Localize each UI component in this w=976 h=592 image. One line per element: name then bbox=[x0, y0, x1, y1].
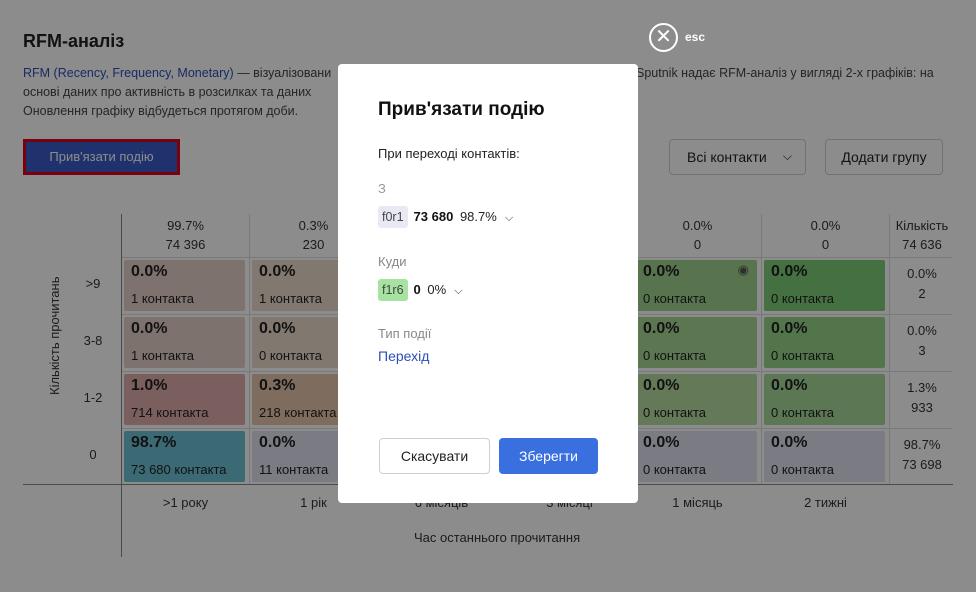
to-segment-select[interactable]: f1r6 0 0% ⌵ bbox=[378, 279, 463, 301]
to-label: Куди bbox=[378, 254, 407, 269]
esc-hint: esc bbox=[685, 30, 706, 44]
from-segment-count: 73 680 bbox=[413, 209, 454, 224]
close-icon[interactable]: ✕ bbox=[649, 23, 678, 52]
to-segment-count: 0 bbox=[413, 282, 421, 297]
from-segment-select[interactable]: f0r1 73 680 98.7% ⌵ bbox=[378, 206, 513, 228]
from-label: З bbox=[378, 181, 386, 196]
modal-subtitle: При переході контактів: bbox=[378, 146, 520, 161]
modal-title: Прив'язати подію bbox=[378, 99, 545, 120]
to-segment-pct: 0% bbox=[427, 282, 447, 297]
event-type-label: Тип події bbox=[378, 326, 432, 341]
event-type-value[interactable]: Перехід bbox=[378, 348, 429, 364]
bind-event-modal: Прив'язати подію При переході контактів:… bbox=[338, 64, 638, 503]
from-segment-tag: f0r1 bbox=[378, 206, 408, 228]
cancel-button[interactable]: Скасувати bbox=[379, 438, 490, 474]
save-button[interactable]: Зберегти bbox=[499, 438, 598, 474]
chevron-down-icon[interactable]: ⌵ bbox=[505, 212, 513, 224]
from-segment-pct: 98.7% bbox=[459, 209, 497, 224]
chevron-down-icon[interactable]: ⌵ bbox=[454, 285, 462, 297]
to-segment-tag: f1r6 bbox=[378, 279, 408, 301]
